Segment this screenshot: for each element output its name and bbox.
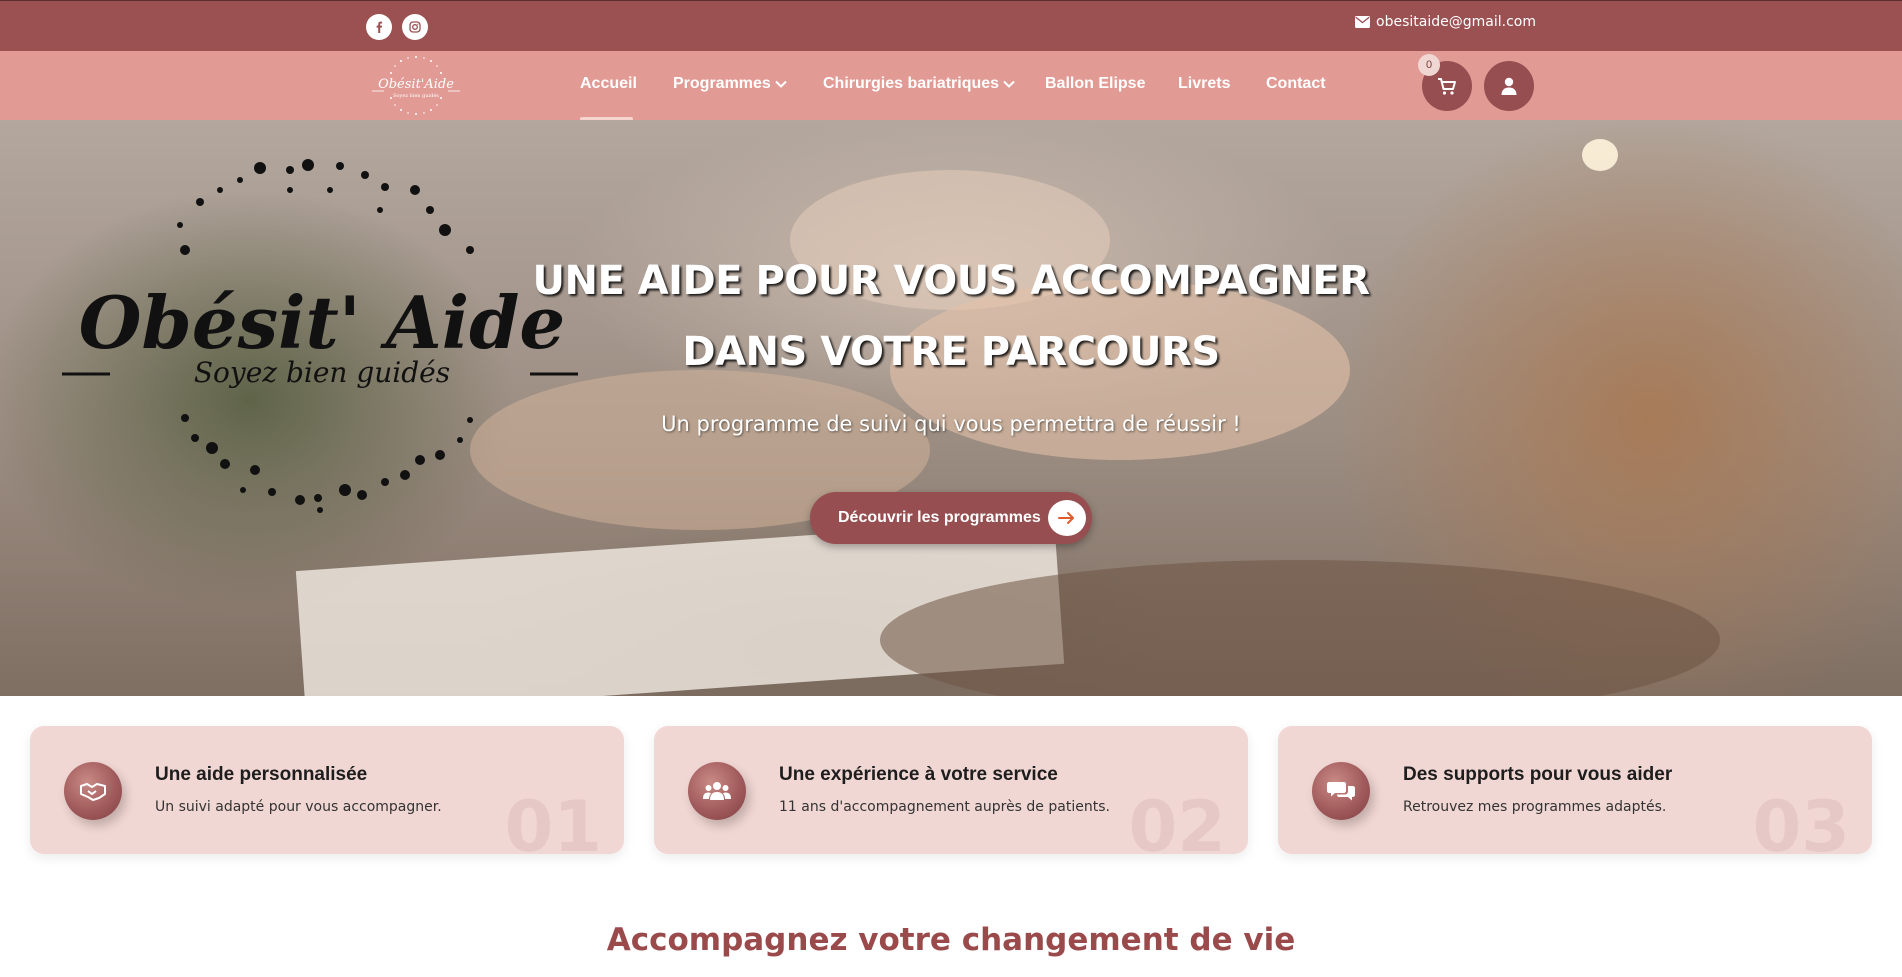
instagram-link[interactable] bbox=[402, 14, 428, 40]
feature-number: 03 bbox=[1752, 786, 1850, 854]
feature-number: 01 bbox=[504, 786, 602, 854]
cart-count-badge: 0 bbox=[1418, 54, 1440, 76]
feature-title: Des supports pour vous aider bbox=[1403, 764, 1673, 785]
handshake-icon bbox=[64, 762, 122, 820]
feature-title: Une expérience à votre service bbox=[779, 764, 1058, 785]
nav-label: Ballon Elipse bbox=[1045, 75, 1146, 92]
envelope-icon bbox=[1355, 16, 1371, 28]
main-nav: Obésit'Aide Soyez bien guidés Accueil Pr… bbox=[0, 51, 1902, 121]
nav-label: Contact bbox=[1266, 75, 1326, 92]
chevron-down-icon bbox=[775, 80, 787, 88]
users-icon bbox=[688, 762, 746, 820]
nav-item-chirurgies[interactable]: Chirurgies bariatriques bbox=[823, 75, 1015, 93]
feature-description: 11 ans d'accompagnement auprès de patien… bbox=[779, 799, 1110, 815]
feature-card: Une expérience à votre service 11 ans d'… bbox=[654, 726, 1248, 854]
cta-label: Découvrir les programmes bbox=[838, 509, 1041, 526]
nav-label: Accueil bbox=[580, 75, 637, 92]
nav-item-livrets[interactable]: Livrets bbox=[1178, 75, 1230, 93]
site-logo[interactable]: Obésit'Aide Soyez bien guidés bbox=[366, 51, 466, 120]
hero-subtitle: Un programme de suivi qui vous permettra… bbox=[661, 412, 1241, 436]
facebook-link[interactable] bbox=[366, 14, 392, 40]
account-button[interactable] bbox=[1484, 61, 1534, 111]
cart-icon bbox=[1438, 78, 1456, 95]
top-bar: obesitaide@gmail.com bbox=[0, 0, 1902, 51]
feature-card: Des supports pour vous aider Retrouvez m… bbox=[1278, 726, 1872, 854]
hero-title-line-2: DANS VOTRE PARCOURS bbox=[682, 329, 1220, 375]
instagram-icon bbox=[409, 21, 421, 33]
nav-item-ballon-elipse[interactable]: Ballon Elipse bbox=[1045, 75, 1145, 93]
nav-item-programmes[interactable]: Programmes bbox=[673, 75, 787, 93]
section-title: Accompagnez votre changement de vie bbox=[606, 922, 1296, 958]
logo-tagline: Soyez bien guidés bbox=[393, 92, 439, 99]
email-text: obesitaide@gmail.com bbox=[1376, 14, 1536, 30]
nav-label: Livrets bbox=[1178, 75, 1231, 92]
hero-title-line-1: UNE AIDE POUR VOUS ACCOMPAGNER bbox=[532, 258, 1370, 304]
chevron-down-icon bbox=[1003, 80, 1015, 88]
user-icon bbox=[1501, 77, 1517, 95]
feature-description: Retrouvez mes programmes adaptés. bbox=[1403, 799, 1667, 815]
hero-banner: Obésit' Aide Soyez bien guidés UNE AIDE … bbox=[0, 120, 1902, 696]
discover-programs-button[interactable]: Découvrir les programmes bbox=[810, 492, 1092, 544]
feature-card: Une aide personnalisée Un suivi adapté p… bbox=[30, 726, 624, 854]
feature-number: 02 bbox=[1128, 786, 1226, 854]
nav-label: Chirurgies bariatriques bbox=[823, 75, 1000, 92]
facebook-icon bbox=[376, 21, 383, 33]
feature-description: Un suivi adapté pour vous accompagner. bbox=[155, 799, 442, 815]
feature-title: Une aide personnalisée bbox=[155, 764, 368, 785]
nav-label: Programmes bbox=[673, 75, 771, 92]
nav-item-contact[interactable]: Contact bbox=[1266, 75, 1326, 93]
chat-bubbles-icon bbox=[1312, 762, 1370, 820]
logo-text: Obésit'Aide bbox=[378, 77, 454, 92]
hero-background-art: Obésit' Aide Soyez bien guidés bbox=[62, 139, 1720, 696]
arrow-right-icon bbox=[1048, 500, 1086, 536]
nav-item-accueil[interactable]: Accueil bbox=[580, 75, 637, 93]
contact-email[interactable]: obesitaide@gmail.com bbox=[1355, 14, 1536, 30]
